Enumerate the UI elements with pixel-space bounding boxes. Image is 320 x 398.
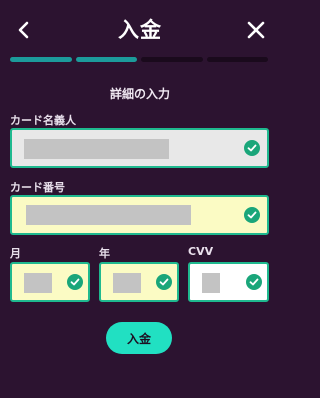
section-title: 詳細の入力	[109, 87, 170, 101]
check-circle-icon	[244, 140, 260, 156]
check-circle-icon	[67, 274, 83, 290]
redacted-value	[24, 139, 169, 159]
progress-step	[141, 57, 203, 62]
month-input[interactable]	[10, 262, 90, 302]
redacted-value	[202, 273, 220, 293]
cvv-label: CVV	[188, 245, 214, 258]
month-label: 月	[10, 247, 21, 260]
close-icon	[247, 21, 265, 39]
cardholder-label: カード名義人	[10, 114, 76, 127]
redacted-value	[26, 205, 191, 225]
redacted-value	[113, 273, 141, 293]
progress-step	[206, 57, 268, 62]
header: 入金	[0, 0, 280, 58]
cardholder-input[interactable]	[10, 128, 269, 168]
progress-step	[10, 57, 72, 62]
deposit-button[interactable]: 入金	[106, 322, 172, 354]
check-circle-icon	[244, 207, 260, 223]
close-button[interactable]	[242, 16, 270, 44]
year-label: 年	[99, 247, 110, 260]
card-number-input[interactable]	[10, 195, 269, 235]
step-progress	[10, 57, 268, 63]
year-input[interactable]	[99, 262, 179, 302]
progress-step	[75, 57, 137, 62]
card-number-label: カード番号	[10, 181, 65, 194]
redacted-value	[24, 273, 52, 293]
check-circle-icon	[246, 274, 262, 290]
check-circle-icon	[156, 274, 172, 290]
page-title: 入金	[118, 18, 162, 42]
cvv-input[interactable]	[188, 262, 269, 302]
